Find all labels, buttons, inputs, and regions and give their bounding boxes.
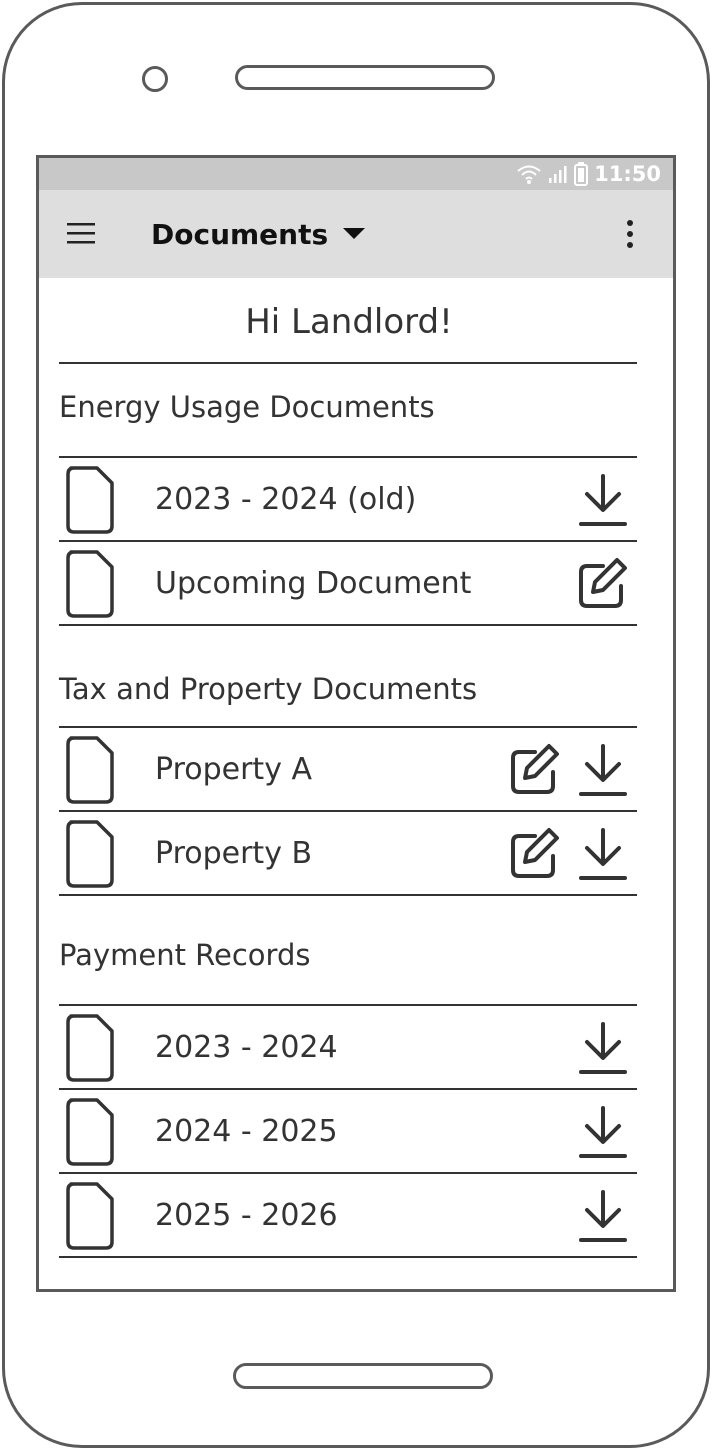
download-icon[interactable] xyxy=(577,1020,629,1076)
greeting-heading: Hi Landlord! xyxy=(245,302,453,342)
app-bar-title: Documents xyxy=(151,217,329,251)
edit-icon[interactable] xyxy=(509,742,561,798)
status-time: 11:50 xyxy=(594,162,661,186)
document-icon xyxy=(65,1098,115,1170)
section-title-payment-records: Payment Records xyxy=(59,938,311,972)
document-label: Property B xyxy=(155,836,313,871)
document-row-payment-2025-2026[interactable]: 2025 - 2026 xyxy=(59,1174,637,1258)
section-title-energy-usage: Energy Usage Documents xyxy=(59,390,435,424)
download-icon[interactable] xyxy=(577,1188,629,1244)
document-icon xyxy=(65,820,115,892)
earpiece-speaker xyxy=(235,65,495,90)
document-label: 2023 - 2024 (old) xyxy=(155,482,417,517)
document-label: Property A xyxy=(155,752,313,787)
document-icon xyxy=(65,1014,115,1086)
document-label: 2024 - 2025 xyxy=(155,1114,338,1149)
document-row-property-b[interactable]: Property B xyxy=(59,812,637,896)
document-label: 2025 - 2026 xyxy=(155,1198,338,1233)
battery-icon xyxy=(574,162,589,186)
divider xyxy=(59,894,637,896)
screen: 11:50 Documents Hi Landlord! Energy Usag… xyxy=(36,155,676,1292)
status-bar: 11:50 xyxy=(39,158,673,190)
front-camera xyxy=(142,66,168,92)
app-bar: Documents xyxy=(39,190,673,278)
documents-dropdown[interactable]: Documents xyxy=(151,212,366,256)
wifi-icon xyxy=(516,163,542,185)
home-button[interactable] xyxy=(233,1363,493,1389)
signal-icon xyxy=(548,164,568,184)
divider xyxy=(59,624,637,626)
more-vertical-icon[interactable] xyxy=(617,216,643,252)
download-icon[interactable] xyxy=(577,826,629,882)
caret-down-icon xyxy=(342,225,366,244)
edit-icon[interactable] xyxy=(509,826,561,882)
document-row-payment-2023-2024[interactable]: 2023 - 2024 xyxy=(59,1006,637,1090)
download-icon[interactable] xyxy=(577,742,629,798)
document-row-property-a[interactable]: Property A xyxy=(59,728,637,812)
document-row-energy-2023-2024[interactable]: 2023 - 2024 (old) xyxy=(59,458,637,542)
download-icon[interactable] xyxy=(577,472,629,528)
hamburger-menu-icon[interactable] xyxy=(65,220,97,248)
divider xyxy=(59,362,637,364)
document-row-payment-2024-2025[interactable]: 2024 - 2025 xyxy=(59,1090,637,1174)
document-icon xyxy=(65,736,115,808)
document-icon xyxy=(65,1182,115,1254)
edit-icon[interactable] xyxy=(577,556,629,612)
section-title-tax-property: Tax and Property Documents xyxy=(59,672,478,706)
document-row-upcoming-document[interactable]: Upcoming Document xyxy=(59,542,637,626)
download-icon[interactable] xyxy=(577,1104,629,1160)
document-icon xyxy=(65,550,115,622)
divider xyxy=(59,1256,637,1258)
document-label: Upcoming Document xyxy=(155,566,472,601)
document-label: 2023 - 2024 xyxy=(155,1030,338,1065)
document-icon xyxy=(65,466,115,538)
